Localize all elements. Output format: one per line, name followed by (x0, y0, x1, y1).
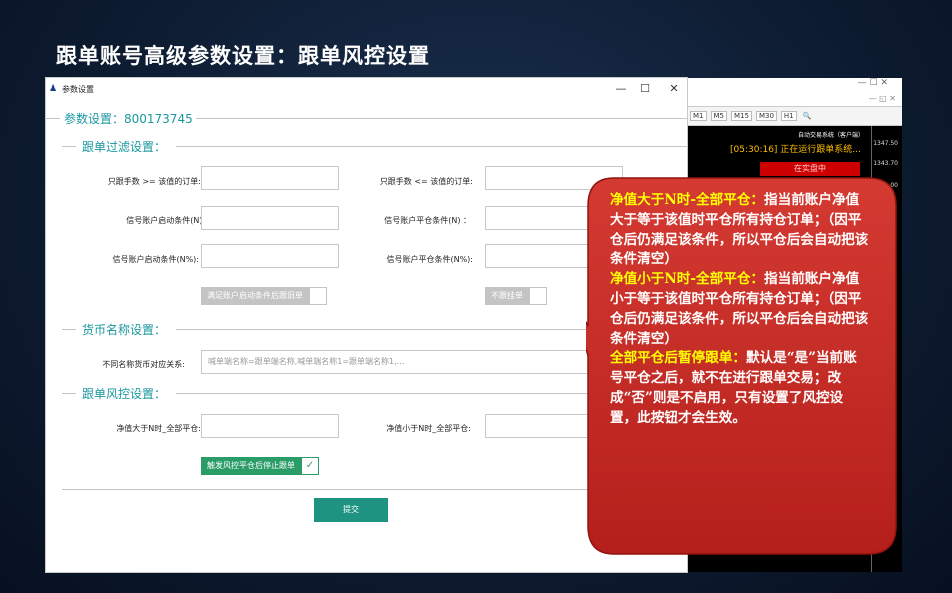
toggle-label: 触发风控平仓后停止跟单 (201, 457, 301, 475)
terminal-sub-controls[interactable]: — ◱ ✕ (686, 94, 902, 106)
toggle-label: 不跟挂单 (485, 287, 529, 305)
timeframe-m1[interactable]: M1 (690, 111, 707, 121)
divider (62, 146, 76, 147)
search-icon[interactable]: 🔍 (801, 112, 814, 120)
callout-highlight: 净值大于N时-全部平仓： (610, 192, 765, 208)
slide-title: 跟单账号高级参数设置：跟单风控设置 (56, 44, 430, 68)
app-icon: ♟ (49, 83, 58, 94)
params-heading: 参数设置：800173745 (64, 112, 193, 126)
toggle-checkbox[interactable] (309, 287, 327, 305)
toggle-checkbox[interactable] (529, 287, 547, 305)
signal-start-pct-label: 信号账户启动条件(N%): (112, 255, 199, 264)
callout-text: 净值大于N时-全部平仓：指当前账户净值大于等于该值时平仓所有持仓订单；（因平仓后… (610, 191, 870, 429)
filter-section-title: 跟单过滤设置： (82, 140, 167, 154)
explanation-callout: 净值大于N时-全部平仓：指当前账户净值大于等于该值时平仓所有持仓订单；（因平仓后… (586, 176, 898, 568)
min-lots-label: 只跟手数 >= 该值的订单: (107, 177, 201, 186)
callout-highlight: 净值小于N时-全部平仓： (610, 271, 765, 288)
dialog-titlebar: ♟ 参数设置 (46, 78, 687, 100)
maximize-button[interactable]: ☐ (630, 80, 660, 98)
terminal-window-controls[interactable]: — ☐ ✕ (686, 78, 902, 94)
divider (62, 393, 76, 394)
signal-start-n-input[interactable] (201, 206, 339, 230)
timeframe-m5[interactable]: M5 (710, 111, 727, 121)
callout-paragraph: 净值大于N时-全部平仓：指当前账户净值大于等于该值时平仓所有持仓订单；（因平仓后… (610, 191, 870, 270)
running-status: [05:30:16] 正在运行跟单系统... (730, 145, 861, 155)
currency-section-title: 货币名称设置： (82, 323, 167, 337)
equity-below-label: 净值小于N时_全部平仓: (386, 424, 471, 433)
signal-close-pct-label: 信号账户平仓条件(N%): (386, 255, 473, 264)
close-button[interactable]: ✕ (659, 80, 689, 98)
check-icon[interactable]: ✓ (301, 457, 319, 475)
divider (176, 146, 687, 147)
equity-above-input[interactable] (201, 414, 339, 438)
timeframe-m30[interactable]: M30 (755, 111, 777, 121)
max-lots-label: 只跟手数 <= 该值的订单: (379, 177, 473, 186)
currency-map-label: 不同名称货币对应关系: (102, 360, 185, 369)
divider (46, 118, 60, 119)
min-lots-input[interactable] (201, 166, 339, 190)
signal-close-n-label: 信号账户平仓条件(N) ： (384, 216, 471, 225)
stop-after-risk-toggle[interactable]: 触发风控平仓后停止跟单 ✓ (201, 457, 319, 475)
signal-start-pct-input[interactable] (201, 244, 339, 268)
equity-above-label: 净值大于N时_全部平仓: (116, 424, 201, 433)
divider (62, 329, 76, 330)
signal-start-n-label: 信号账户启动条件(N) ： (126, 216, 213, 225)
follow-old-orders-toggle[interactable]: 满足账户启动条件后跟旧单 (201, 287, 327, 305)
price-label: 1343.70 (873, 160, 898, 167)
dialog-title: 参数设置 (62, 84, 94, 94)
timeframe-h1[interactable]: H1 (780, 111, 797, 121)
callout-highlight: 全部平仓后暂停跟单： (610, 350, 746, 367)
callout-paragraph: 全部平仓后暂停跟单：默认是“是”当前账号平仓之后，就不在进行跟单交易；改成“否”… (610, 349, 870, 428)
submit-button[interactable]: 提交 (314, 498, 388, 522)
status-badge: 在实盘中 (760, 162, 860, 176)
toggle-label: 满足账户启动条件后跟旧单 (201, 287, 309, 305)
currency-map-input[interactable]: 喊单端名称=跟单端名称,喊单端名称1=跟单端名称1,... (201, 350, 621, 374)
ea-name: 自动交易系统（客户端） (797, 132, 864, 139)
terminal-toolbar: M1 M5 M15 M30 H1 🔍 (686, 106, 902, 126)
price-label: 1347.50 (873, 140, 898, 147)
risk-section-title: 跟单风控设置： (82, 387, 167, 401)
skip-pending-toggle[interactable]: 不跟挂单 (485, 287, 547, 305)
callout-paragraph: 净值小于N时-全部平仓：指当前账户净值小于等于该值时平仓所有持仓订单；（因平仓后… (610, 270, 870, 349)
timeframe-m15[interactable]: M15 (731, 111, 752, 121)
divider (196, 118, 687, 119)
